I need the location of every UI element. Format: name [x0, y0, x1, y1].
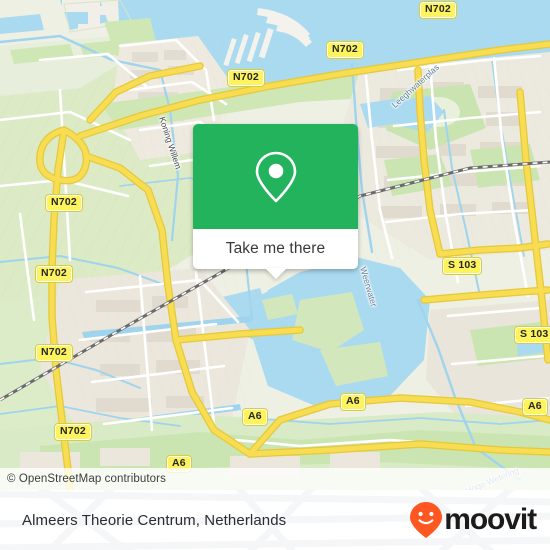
map-canvas[interactable]: Koning Willem Leeghwaterplas Weerwater H… — [0, 0, 550, 490]
road-shield-n702: N702 — [54, 423, 92, 441]
location-pin-icon — [255, 151, 296, 202]
moovit-smiley-pin-icon — [410, 502, 443, 538]
road-shield-n702: N702 — [45, 194, 83, 212]
moovit-wordmark: moovit — [444, 503, 537, 536]
road-shield-n702: N702 — [35, 265, 73, 283]
road-shield-n702: N702 — [419, 1, 457, 19]
moovit-map-screenshot: Koning Willem Leeghwaterplas Weerwater H… — [0, 0, 550, 550]
road-shield-a6: A6 — [340, 393, 366, 411]
road-shield-n702: N702 — [227, 69, 265, 87]
popup-icon-panel — [193, 124, 358, 229]
popup-cta-panel[interactable]: Take me there — [193, 229, 358, 279]
road-shield-s103: S 103 — [513, 326, 550, 344]
place-name: Almeers Theorie Centrum, Netherlands — [22, 511, 287, 529]
popup-tail — [264, 268, 287, 279]
take-me-there-popup[interactable]: Take me there — [193, 124, 358, 279]
road-shield-a6: A6 — [522, 398, 548, 416]
road-shield-a6: A6 — [242, 408, 268, 426]
moovit-brand-logo[interactable]: moovit — [409, 501, 537, 539]
take-me-there-label: Take me there — [225, 240, 326, 257]
road-shield-n702: N702 — [35, 344, 73, 362]
map-attribution[interactable]: © OpenStreetMap contributors — [0, 468, 550, 490]
road-shield-s103: S 103 — [441, 257, 483, 275]
road-shield-n702: N702 — [326, 41, 364, 59]
footer-bar: Almeers Theorie Centrum, Netherlands moo… — [0, 490, 550, 550]
